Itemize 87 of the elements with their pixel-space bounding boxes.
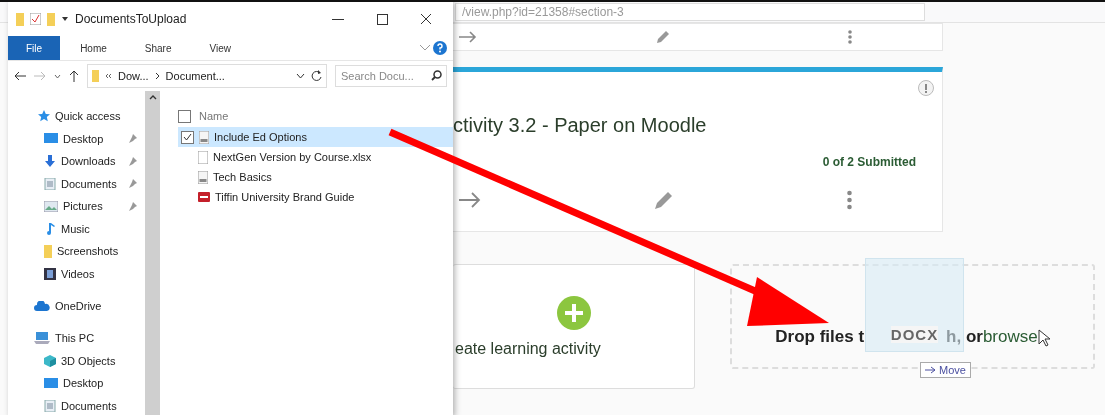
document-icon xyxy=(198,170,208,184)
checkmark-icon xyxy=(183,133,192,141)
star-icon xyxy=(38,110,50,123)
window-title: DocumentsToUpload xyxy=(75,12,188,26)
nav-item[interactable]: Desktop xyxy=(8,127,145,150)
scroll-up-icon[interactable] xyxy=(148,95,157,100)
ribbon-tab[interactable]: View xyxy=(191,36,249,60)
file-row[interactable]: Include Ed Options xyxy=(178,127,453,147)
nav-item[interactable]: Videos xyxy=(8,262,145,285)
up-arrow-icon[interactable] xyxy=(69,70,79,82)
submission-status: 0 of 2 Submitted xyxy=(822,155,916,169)
file-row[interactable]: Tech Basics xyxy=(178,167,453,187)
help-icon[interactable] xyxy=(433,41,447,55)
file-type-label: DOCX xyxy=(890,326,939,343)
nav-item[interactable]: Quick access xyxy=(8,105,145,128)
nav-item[interactable]: Pictures xyxy=(8,194,145,218)
drop-text: h, or xyxy=(946,327,983,347)
nav-item[interactable]: Desktop xyxy=(8,372,145,395)
ribbon-tab[interactable]: Home xyxy=(62,36,125,60)
nav-item[interactable]: Documents xyxy=(8,172,145,195)
cursor-icon xyxy=(1037,329,1050,347)
folder-icon xyxy=(44,244,52,258)
nav-item[interactable]: Downloads xyxy=(8,149,145,173)
folder-icon xyxy=(16,12,24,26)
nav-item[interactable]: OneDrive xyxy=(8,294,145,318)
nav-item[interactable]: 3D Objects xyxy=(8,349,145,373)
pin-icon xyxy=(128,156,137,166)
pencil-icon[interactable] xyxy=(654,190,674,210)
refresh-icon[interactable] xyxy=(311,70,322,82)
document-icon xyxy=(44,177,56,190)
pin-icon xyxy=(128,201,137,211)
monitor-icon xyxy=(44,133,58,145)
ribbon-tab[interactable]: Share xyxy=(126,36,190,60)
film-icon xyxy=(44,267,56,280)
maximize-icon[interactable] xyxy=(376,13,388,25)
add-icon xyxy=(556,295,591,330)
chevron-down-icon[interactable] xyxy=(296,73,305,79)
search-field[interactable]: Search Docu... xyxy=(335,65,447,87)
info-icon[interactable] xyxy=(918,80,934,96)
ribbon-tab[interactable]: File xyxy=(8,36,61,60)
music-note-icon xyxy=(44,222,56,235)
chevron-right-icon xyxy=(154,72,160,80)
download-icon xyxy=(44,155,56,168)
column-header[interactable]: Name xyxy=(199,110,229,122)
file-row[interactable]: NextGen Version by Course.xlsx xyxy=(178,147,453,167)
more-icon[interactable] xyxy=(847,190,852,210)
back-icon[interactable] xyxy=(14,71,26,81)
monitor-icon xyxy=(44,377,58,389)
laptop-icon xyxy=(34,332,50,345)
drag-tooltip: Move xyxy=(920,362,971,378)
file-icon xyxy=(198,150,208,164)
activity-title[interactable]: ctivity 3.2 - Paper on Moodle xyxy=(453,114,707,137)
arrow-right-icon[interactable] xyxy=(459,31,477,43)
nav-item[interactable]: Screenshots xyxy=(8,239,145,263)
folder-icon xyxy=(92,70,99,82)
arrow-right-icon xyxy=(925,366,936,374)
nav-item[interactable]: Documents xyxy=(8,394,145,415)
pin-icon xyxy=(128,134,137,144)
properties-icon[interactable] xyxy=(30,13,41,25)
nav-item[interactable]: This PC xyxy=(8,327,145,350)
select-all-checkbox[interactable] xyxy=(178,109,191,123)
document-icon xyxy=(199,130,209,144)
document-icon xyxy=(44,399,56,412)
overflow-icon xyxy=(105,73,112,79)
pencil-icon[interactable] xyxy=(655,30,670,44)
create-activity-tile[interactable]: eate learning activity xyxy=(453,264,695,389)
search-icon xyxy=(431,70,442,81)
cube-icon xyxy=(44,354,56,367)
minimize-icon[interactable] xyxy=(332,18,344,20)
path-segment[interactable]: Dow... xyxy=(118,70,149,82)
dropdown-icon[interactable] xyxy=(61,16,69,22)
close-icon[interactable] xyxy=(420,13,432,25)
nav-item[interactable]: Music xyxy=(8,217,145,240)
scrollbar[interactable] xyxy=(145,91,160,415)
pin-icon xyxy=(128,179,137,189)
path-bar[interactable]: Dow... Document... xyxy=(87,64,327,88)
checkbox[interactable] xyxy=(181,130,194,144)
tile-label: eate learning activity xyxy=(455,339,601,358)
file-row[interactable]: Tiffin University Brand Guide xyxy=(178,187,453,207)
browse-link[interactable]: browse xyxy=(982,327,1038,347)
pdf-icon xyxy=(198,192,210,202)
image-icon xyxy=(44,200,58,212)
path-segment[interactable]: Document... xyxy=(165,70,225,82)
drop-text: Drop files t xyxy=(775,327,865,347)
arrow-right-icon[interactable] xyxy=(459,192,481,208)
cloud-icon xyxy=(34,301,50,311)
more-icon[interactable] xyxy=(848,30,852,44)
